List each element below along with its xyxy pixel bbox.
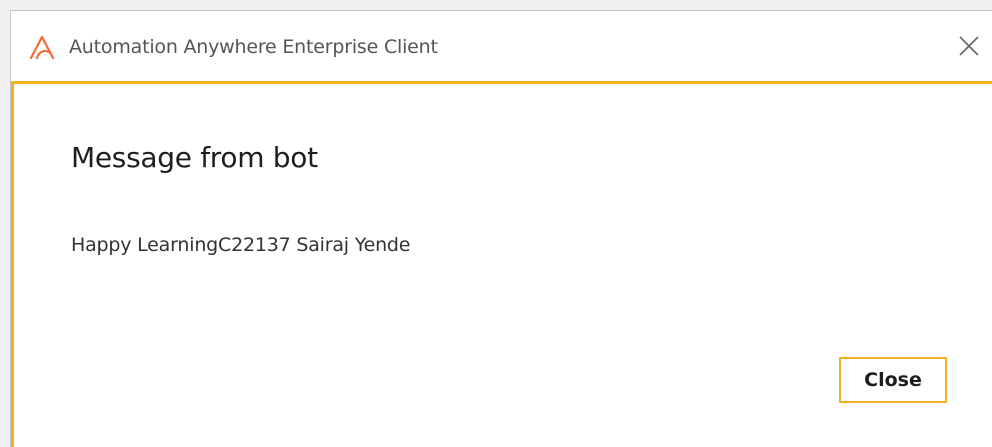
title-bar[interactable]: Automation Anywhere Enterprise Client [11,11,992,81]
close-x-icon[interactable] [956,33,982,59]
automation-anywhere-logo-icon [29,35,55,59]
dialog-heading: Message from bot [71,141,318,174]
dialog-message: Happy LearningC22137 Sairaj Yende [71,234,411,256]
close-button[interactable]: Close [839,357,947,403]
window-title: Automation Anywhere Enterprise Client [69,36,438,58]
dialog-content: Message from bot Happy LearningC22137 Sa… [11,81,992,447]
message-box-window: Automation Anywhere Enterprise Client Me… [10,10,992,447]
